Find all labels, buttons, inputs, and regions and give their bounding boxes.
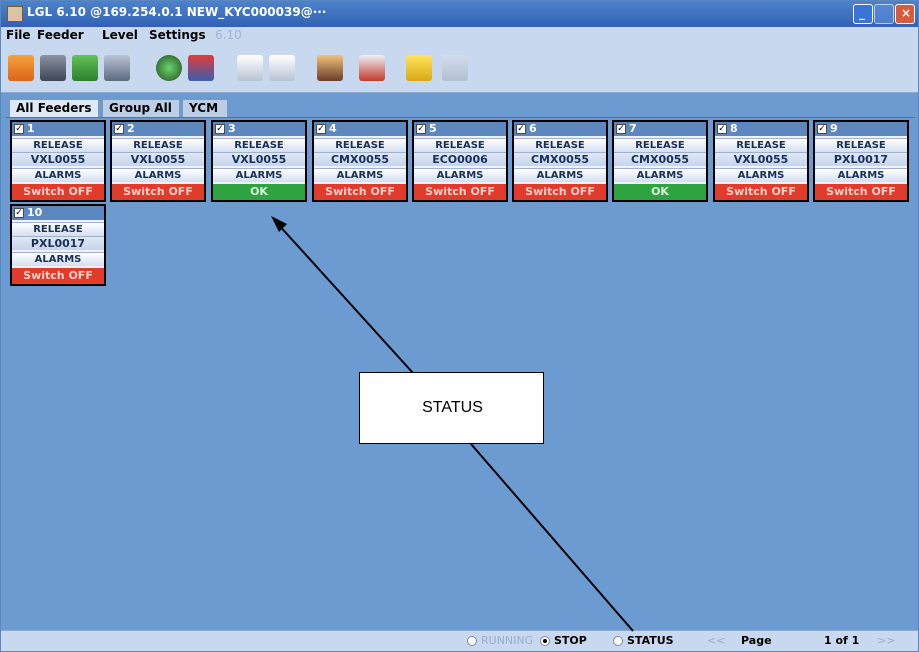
callout-label: STATUS — [422, 399, 483, 416]
status-callout: STATUS — [359, 372, 544, 444]
annotation-arrows — [271, 216, 634, 632]
app-window: LGL 6.10 @169.254.0.1 NEW_KYC000039@··· … — [0, 0, 919, 652]
arrow-line-up — [276, 222, 414, 374]
arrow-head-icon — [271, 216, 287, 232]
arrow-line-down — [470, 443, 634, 632]
